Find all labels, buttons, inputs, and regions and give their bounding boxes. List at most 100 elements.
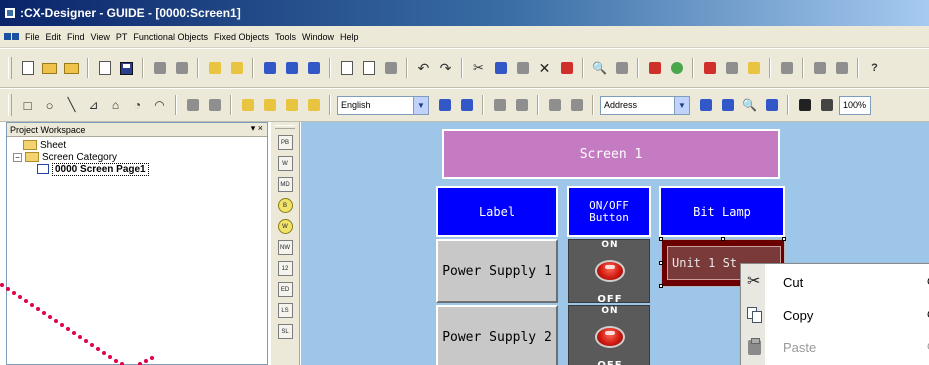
polyline-icon[interactable]: ⊿ [84,96,103,115]
toolbox-grip[interactable] [275,125,295,129]
tree-item-screen-page[interactable]: 0000 Screen Page1 [13,162,267,176]
multifunction-tool[interactable]: MD [277,177,293,192]
new-document-icon[interactable] [18,59,37,78]
undo-icon[interactable]: ↶ [414,59,433,78]
menu-help[interactable]: Help [337,32,362,42]
header-label[interactable]: Label [436,186,558,237]
copy-screen-icon[interactable] [260,59,279,78]
menu-window[interactable]: Window [299,32,337,42]
state-off-icon[interactable] [512,96,531,115]
print-preview-icon[interactable] [359,59,378,78]
onoff-button-1[interactable]: ON OFF [568,239,650,305]
push-button-tool[interactable]: PB [277,135,293,150]
selection-handle[interactable] [782,237,786,241]
upload-icon[interactable] [744,59,763,78]
selection-handle[interactable] [659,237,663,241]
settings-icon[interactable] [172,59,191,78]
level-meter-tool[interactable]: SL [277,324,293,339]
menu-file[interactable]: File [22,32,43,42]
check-icon[interactable] [645,59,664,78]
context-menu-paste[interactable]: Paste C [741,333,929,361]
numeral-display-tool[interactable]: NW [277,240,293,255]
address-display-icon[interactable] [696,96,715,115]
press-icon[interactable] [545,96,564,115]
header-onoff-button[interactable]: ON/OFF Button [567,186,651,237]
csv-import-icon[interactable] [205,59,224,78]
menu-edit[interactable]: Edit [43,32,65,42]
help-icon[interactable]: ? [865,59,884,78]
context-menu-cut[interactable]: ✂ Cut C [741,268,929,296]
toolbar-grip[interactable] [8,57,12,79]
chevron-down-icon[interactable]: ▼ [674,96,689,114]
menu-tools[interactable]: Tools [272,32,299,42]
label-switch2-icon[interactable] [457,96,476,115]
test-icon[interactable] [667,59,686,78]
open-project-icon[interactable] [62,59,81,78]
new-screen-icon[interactable] [95,59,114,78]
menu-find[interactable]: Find [64,32,88,42]
page-setup-icon[interactable] [337,59,356,78]
power-supply-2-label[interactable]: Power Supply 2 [436,305,558,365]
group-icon[interactable] [282,96,301,115]
paste-icon[interactable] [513,59,532,78]
address-select[interactable]: Address ▼ [600,95,690,115]
bring-front-icon[interactable] [238,96,257,115]
grid-icon[interactable] [762,96,781,115]
id-display-icon[interactable] [718,96,737,115]
replace-icon[interactable] [612,59,631,78]
cut-icon[interactable]: ✂ [469,59,488,78]
ungroup-icon[interactable] [304,96,323,115]
header-bit-lamp[interactable]: Bit Lamp [659,186,785,237]
screen-list-icon[interactable] [282,59,301,78]
state-on-icon[interactable] [490,96,509,115]
csv-export-icon[interactable] [227,59,246,78]
menu-functional-objects[interactable]: Functional Objects [130,32,211,42]
label-switch-icon[interactable] [435,96,454,115]
sync-icon[interactable] [832,59,851,78]
power-supply-1-label[interactable]: Power Supply 1 [436,239,558,303]
release-icon[interactable] [567,96,586,115]
zoom-field[interactable]: 100% [839,95,871,115]
tree-item-screen-category[interactable]: − Screen Category [13,151,267,163]
save-icon[interactable] [117,59,136,78]
copy-icon[interactable] [491,59,510,78]
delete-icon[interactable]: ✕ [535,59,554,78]
tree-item-sheet[interactable]: Sheet [13,139,267,151]
menu-fixed-objects[interactable]: Fixed Objects [211,32,272,42]
display-icon[interactable] [777,59,796,78]
fill-black-icon[interactable] [795,96,814,115]
zoom-in-icon[interactable]: 🔍 [740,96,759,115]
selection-handle[interactable] [721,237,725,241]
align-left-icon[interactable] [183,96,202,115]
line-icon[interactable]: ╲ [62,96,81,115]
rectangle-icon[interactable]: □ [18,96,37,115]
word-button-tool[interactable]: W [277,156,293,171]
workspace-close-button[interactable]: ▾ × [251,123,263,134]
menu-pt[interactable]: PT [113,32,131,42]
screen-title-label[interactable]: Screen 1 [442,129,780,179]
onoff-button-2[interactable]: ON OFF [568,305,650,365]
open-folder-icon[interactable] [40,59,59,78]
toolbar-grip[interactable] [8,94,12,116]
redo-icon[interactable]: ↷ [436,59,455,78]
print-icon[interactable] [381,59,400,78]
document-menu-icon[interactable] [4,30,20,44]
language-select[interactable]: English ▼ [337,95,429,115]
string-display-tool[interactable]: ED [277,282,293,297]
menu-view[interactable]: View [88,32,113,42]
send-back-icon[interactable] [260,96,279,115]
circle-icon[interactable]: ○ [40,96,59,115]
word-lamp-tool[interactable]: W [277,219,293,234]
context-menu-copy[interactable]: Copy C [741,301,929,329]
download-icon[interactable] [722,59,741,78]
arc-icon[interactable]: ◠ [150,96,169,115]
align-right-icon[interactable] [205,96,224,115]
find-icon[interactable]: 🔍 [590,59,609,78]
properties-icon[interactable] [150,59,169,78]
polygon-icon[interactable]: ⌂ [106,96,125,115]
simulation-icon[interactable] [810,59,829,78]
transfer-icon[interactable] [700,59,719,78]
object-list-icon[interactable] [557,59,576,78]
chevron-down-icon[interactable]: ▼ [413,96,428,114]
numeral-input-tool[interactable]: 12 [277,261,293,276]
